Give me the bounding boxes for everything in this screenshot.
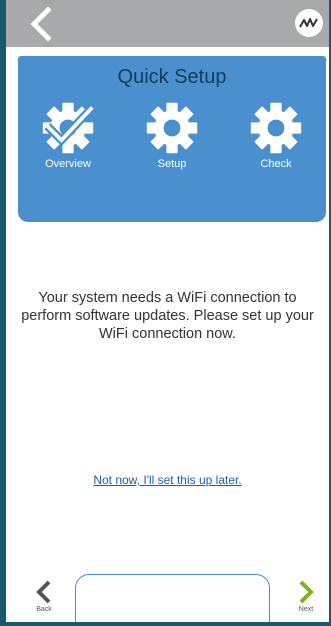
- gear-icon: [250, 102, 302, 154]
- back-button[interactable]: Back: [28, 580, 60, 613]
- skip-wifi-link[interactable]: Not now, I'll set this up later.: [6, 473, 329, 487]
- next-label: Next: [298, 606, 314, 613]
- top-bar: [6, 0, 329, 47]
- chevron-right-icon: [299, 580, 314, 604]
- step-check: Check: [236, 100, 316, 170]
- step-setup: Setup: [132, 100, 212, 170]
- chevron-left-icon[interactable]: [26, 6, 56, 42]
- app-screen: Quick Setup Overview Setup Check Your sy…: [6, 0, 329, 622]
- quick-setup-panel: Quick Setup Overview Setup Check: [18, 56, 326, 222]
- chevron-left-icon: [36, 580, 51, 604]
- wifi-message: Your system needs a WiFi connection to p…: [21, 290, 314, 342]
- panel-title: Quick Setup: [117, 66, 227, 88]
- next-button[interactable]: Next: [290, 580, 322, 613]
- step-label-setup: Setup: [157, 158, 187, 170]
- step-label-overview: Overview: [45, 158, 91, 170]
- brand-logo-icon: [295, 9, 323, 37]
- step-overview: Overview: [28, 100, 108, 170]
- back-label: Back: [36, 606, 52, 613]
- bottom-center-panel: [75, 574, 270, 622]
- gear-check-icon: [42, 102, 96, 154]
- step-label-check: Check: [260, 158, 292, 170]
- gear-icon: [146, 102, 198, 154]
